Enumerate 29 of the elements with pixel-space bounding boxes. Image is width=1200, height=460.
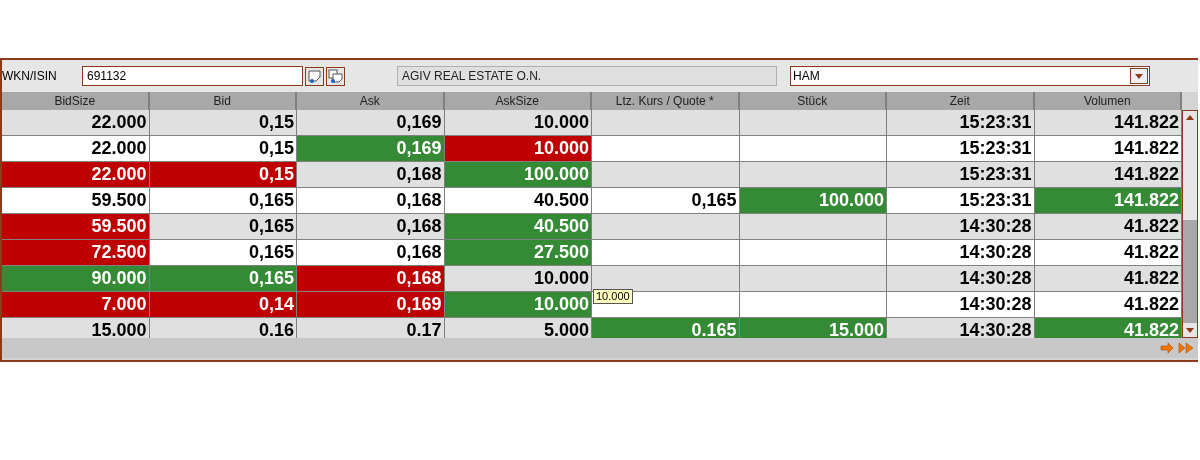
- scroll-thumb[interactable]: [1183, 220, 1197, 323]
- table-cell: 0,15: [149, 162, 297, 188]
- scrollbar[interactable]: [1182, 110, 1198, 338]
- table-cell: 27.500: [444, 240, 592, 266]
- table-cell: 40.500: [444, 214, 592, 240]
- table-cell: 141.822: [1034, 188, 1182, 214]
- table-cell: 0,168: [297, 266, 445, 292]
- tooltip: 10.000: [593, 289, 633, 304]
- search-label: WKN/ISIN: [2, 68, 58, 85]
- table-cell: 0,14: [149, 292, 297, 318]
- table-cell: 90.000: [2, 266, 150, 292]
- table-cell: 41.822: [1034, 318, 1182, 338]
- table-cell: 100.000: [444, 162, 592, 188]
- table-cell: 15.000: [739, 318, 887, 338]
- table-cell: 0,165: [149, 266, 297, 292]
- table-cell: 0,169: [297, 292, 445, 318]
- table-cell: 10.000: [444, 292, 592, 318]
- table-cell: 0,169: [297, 136, 445, 162]
- table-cell: 72.500: [2, 240, 150, 266]
- security-name-field: AGIV REAL ESTATE O.N.: [397, 66, 777, 86]
- table-cell: 100.000: [739, 188, 887, 214]
- table-cell: 0.165: [592, 318, 740, 338]
- table-cell: 10.000: [444, 136, 592, 162]
- exchange-dropdown[interactable]: HAM: [790, 66, 1150, 86]
- table-cell: 59.500: [2, 214, 150, 240]
- wkn-input-field[interactable]: 691132: [82, 66, 303, 86]
- caret-icon: [1130, 68, 1148, 84]
- table-cell: 22.000: [2, 162, 150, 188]
- table-cell: 7.000: [2, 292, 150, 318]
